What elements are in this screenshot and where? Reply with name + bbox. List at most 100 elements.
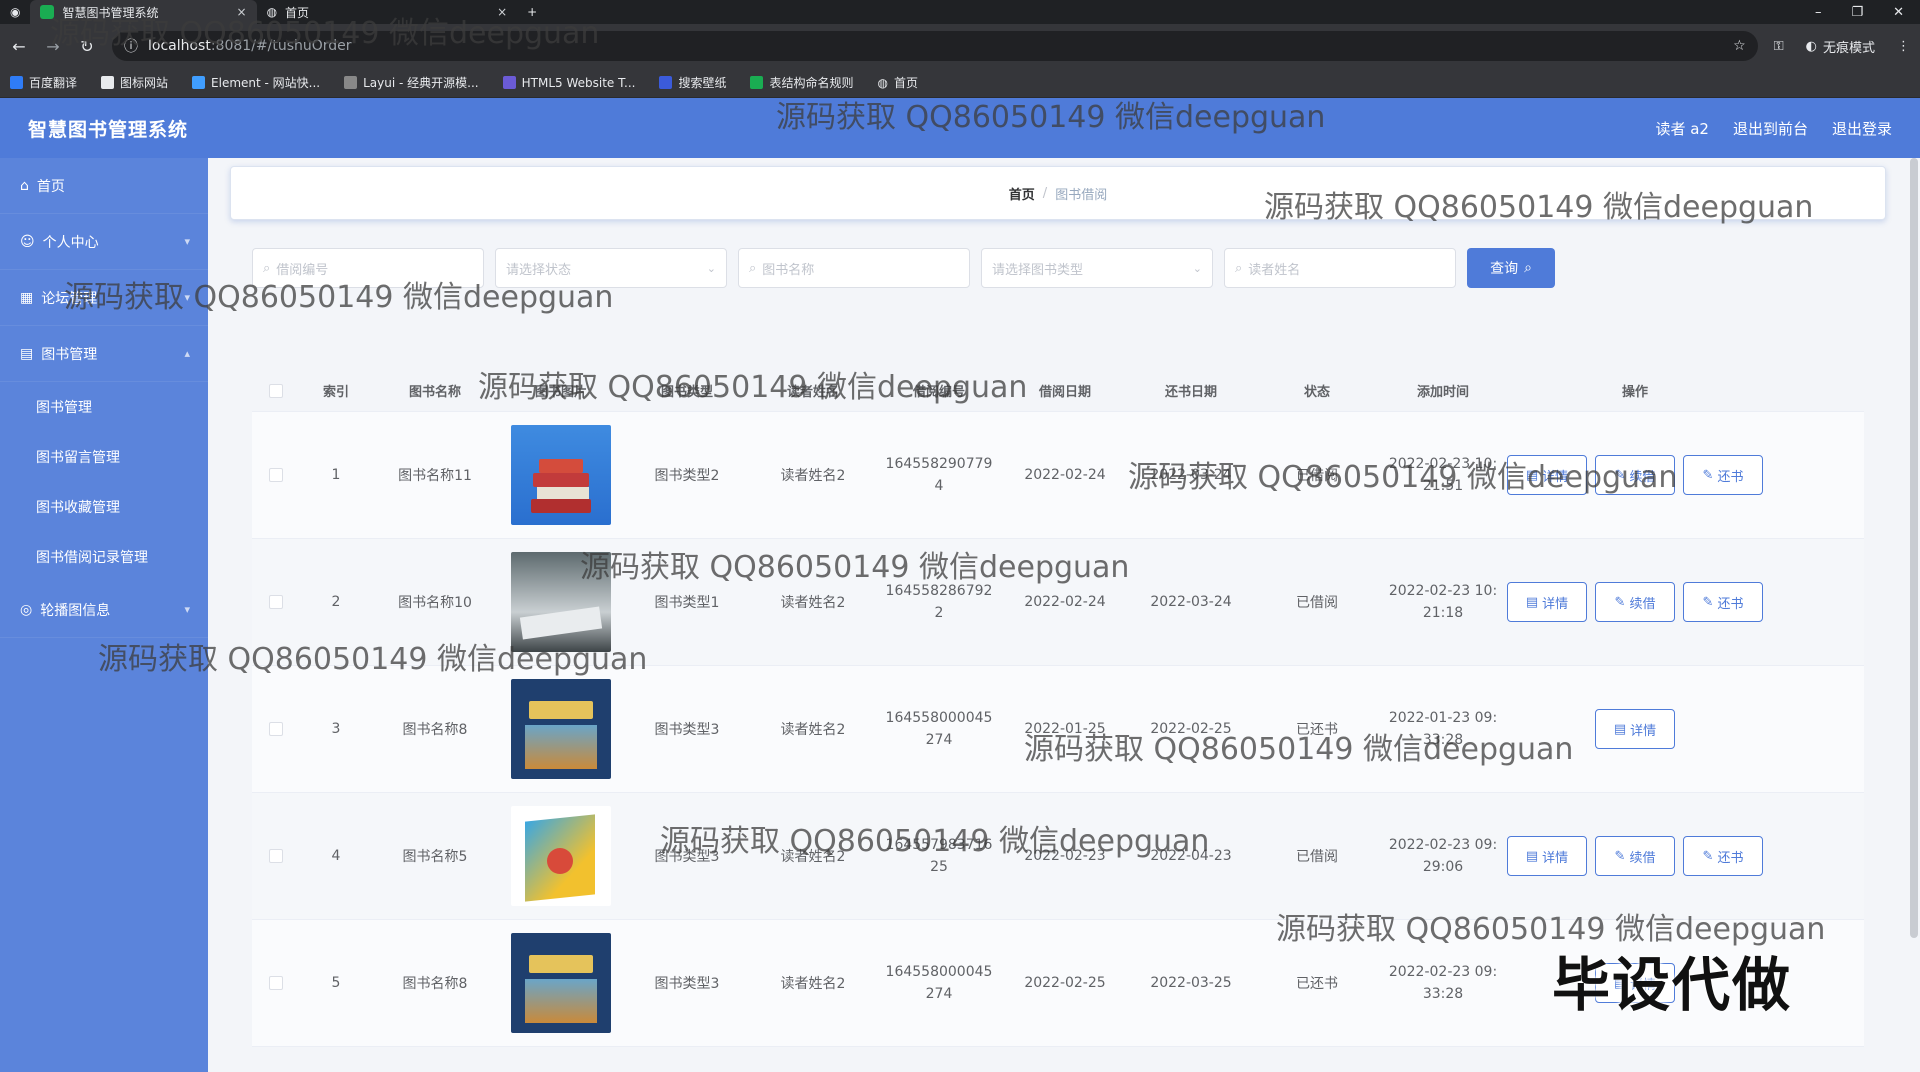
bookmark-item[interactable]: 搜索壁纸 [659, 74, 726, 91]
detail-button[interactable]: ▤ 详情 [1507, 455, 1587, 495]
detail-button[interactable]: ▤ 详情 [1507, 836, 1587, 876]
close-window-button[interactable]: ✕ [1893, 5, 1904, 20]
sidebar-item-label: 轮播图信息 [40, 602, 111, 619]
detail-button[interactable]: ▤ 详情 [1507, 582, 1587, 622]
incognito-label: 无痕模式 [1822, 40, 1875, 56]
back-arrow-icon[interactable]: ← [10, 37, 28, 56]
detail-button[interactable]: ▤ 详情 [1595, 709, 1675, 749]
button-label: 详情 [1630, 723, 1657, 739]
sidebar-item-books[interactable]: ▤ 图书管理 ▴ [0, 326, 208, 382]
logout-link[interactable]: 退出登录 [1832, 118, 1892, 139]
more-menu-icon[interactable]: ⋮ [1897, 39, 1910, 54]
book-cover-image [498, 552, 624, 652]
tab-second[interactable]: ◍ 首页 × [257, 0, 518, 24]
return-button[interactable]: ✎ 还书 [1683, 582, 1763, 622]
book-type-select[interactable]: 请选择图书类型 ⌄ [981, 248, 1213, 288]
key-icon[interactable]: ⚿ [1774, 39, 1784, 54]
cell-reader: 读者姓名2 [780, 468, 846, 484]
placeholder-text: 图书名称 [762, 262, 815, 278]
bookmark-label: HTML5 Website T... [521, 75, 636, 90]
browser-menu[interactable]: ◉ [0, 0, 30, 24]
edit-icon: ✎ [1702, 848, 1714, 864]
row-checkbox[interactable] [252, 976, 300, 990]
cell-index: 3 [331, 721, 341, 737]
document-icon: ▤ [1613, 721, 1627, 737]
page-scrollbar[interactable] [1910, 158, 1918, 938]
cell-order-no: 1645582907794 [885, 456, 993, 494]
renew-button[interactable]: ✎ 续借 [1595, 582, 1675, 622]
sidebar-item-carousel[interactable]: ◎ 轮播图信息 ▾ [0, 582, 208, 638]
placeholder-text: 借阅编号 [276, 262, 329, 278]
reader-name-input[interactable]: ⌕ 读者姓名 [1224, 248, 1456, 288]
cell-actions: ▤ 详情 [1506, 709, 1764, 749]
renew-button[interactable]: ✎ 续借 [1595, 836, 1675, 876]
app-title: 智慧图书管理系统 [28, 118, 189, 141]
minimize-button[interactable]: – [1815, 5, 1822, 20]
book-cover-image [498, 679, 624, 779]
forward-arrow-icon[interactable]: → [44, 37, 62, 56]
url-path: :8081/#/tushuOrder [210, 38, 352, 54]
return-button[interactable]: ✎ 还书 [1683, 836, 1763, 876]
select-all-checkbox[interactable] [252, 383, 300, 398]
row-checkbox[interactable] [252, 468, 300, 482]
home-icon: ⌂ [20, 177, 29, 194]
cell-order-no: 164557983716 25 [885, 837, 993, 875]
breadcrumb-home[interactable]: 首页 [1009, 184, 1035, 203]
button-label: 详情 [1542, 469, 1569, 485]
row-checkbox[interactable] [252, 849, 300, 863]
return-button[interactable]: ✎ 还书 [1683, 455, 1763, 495]
bookmark-item[interactable]: Element - 网站快... [192, 74, 320, 91]
search-icon: ⌕ [1235, 260, 1243, 276]
col-header: 还书日期 [1164, 385, 1217, 400]
sidebar-item-home[interactable]: ⌂ 首页 [0, 158, 208, 214]
tab-close-icon[interactable]: × [497, 5, 507, 19]
bookmark-item[interactable]: Layui - 经典开源模... [344, 74, 479, 91]
new-tab-button[interactable]: + [517, 0, 547, 24]
sidebar-item-forum[interactable]: ▦ 论坛管理 ▾ [0, 270, 208, 326]
tab-active[interactable]: 智慧图书管理系统 × [30, 0, 257, 24]
bookmark-label: 搜索壁纸 [678, 76, 727, 90]
status-select[interactable]: 请选择状态 ⌄ [495, 248, 727, 288]
chevron-down-icon: ⌄ [706, 261, 716, 275]
sidebar-subitem-borrow-record[interactable]: 图书借阅记录管理 [0, 532, 208, 582]
bookmark-icon [10, 76, 23, 89]
globe-icon: ◍ [266, 5, 278, 19]
bookmark-item[interactable]: ◍ 首页 [877, 74, 918, 91]
back-to-front-link[interactable]: 退出到前台 [1733, 118, 1808, 139]
cell-book-type: 图书类型3 [654, 976, 720, 992]
app-header: 智慧图书管理系统 读者 a2 退出到前台 退出登录 [0, 98, 1920, 158]
cell-book-type: 图书类型1 [654, 595, 720, 611]
sidebar-subitem-book-favorite[interactable]: 图书收藏管理 [0, 482, 208, 532]
tab-title: 首页 [285, 5, 310, 20]
edit-icon: ✎ [1702, 467, 1714, 483]
bookmark-item[interactable]: 表结构命名规则 [750, 74, 853, 91]
breadcrumb-separator: / [1042, 185, 1048, 201]
bookmark-item[interactable]: 百度翻译 [10, 74, 77, 91]
col-header: 添加时间 [1416, 385, 1469, 400]
incognito-indicator[interactable]: ◐ 无痕模式 [1806, 37, 1875, 56]
button-label: 还书 [1717, 850, 1744, 866]
star-icon[interactable]: ☆ [1733, 38, 1746, 54]
order-no-input[interactable]: ⌕ 借阅编号 [252, 248, 484, 288]
url-field[interactable]: ⓘ localhost:8081/#/tushuOrder ☆ [112, 31, 1758, 61]
renew-button[interactable]: ✎ 续借 [1595, 455, 1675, 495]
sidebar-subitem-book-message[interactable]: 图书留言管理 [0, 432, 208, 482]
cell-added-time: 2022-01-23 09:33:28 [1388, 710, 1498, 748]
reload-icon[interactable]: ↻ [78, 37, 96, 56]
col-header: 操作 [1621, 385, 1648, 400]
restore-button[interactable]: ❐ [1851, 5, 1863, 20]
row-checkbox[interactable] [252, 595, 300, 609]
book-name-input[interactable]: ⌕ 图书名称 [738, 248, 970, 288]
bookmark-item[interactable]: HTML5 Website T... [502, 75, 636, 90]
row-checkbox[interactable] [252, 722, 300, 736]
status-badge: 已借阅 [1296, 595, 1338, 611]
sidebar-item-profile[interactable]: ☺ 个人中心 ▾ [0, 214, 208, 270]
tab-close-icon[interactable]: × [237, 5, 247, 19]
table-row: 2 图书名称10 图书类型1 读者姓名2 1645582867922 2022-02-24… [252, 539, 1864, 666]
query-button[interactable]: 查询 ⌕ [1467, 248, 1555, 288]
sidebar-subitem-book-manage[interactable]: 图书管理 [0, 382, 208, 432]
cell-actions: ▤ 详情 ✎ 续借 ✎ 还书 [1506, 836, 1764, 876]
browser-tab-bar: ◉ 智慧图书管理系统 × ◍ 首页 × + – ❐ ✕ [0, 0, 1920, 24]
bookmark-item[interactable]: 图标网站 [101, 74, 168, 91]
col-header: 借阅编号 [912, 385, 965, 400]
